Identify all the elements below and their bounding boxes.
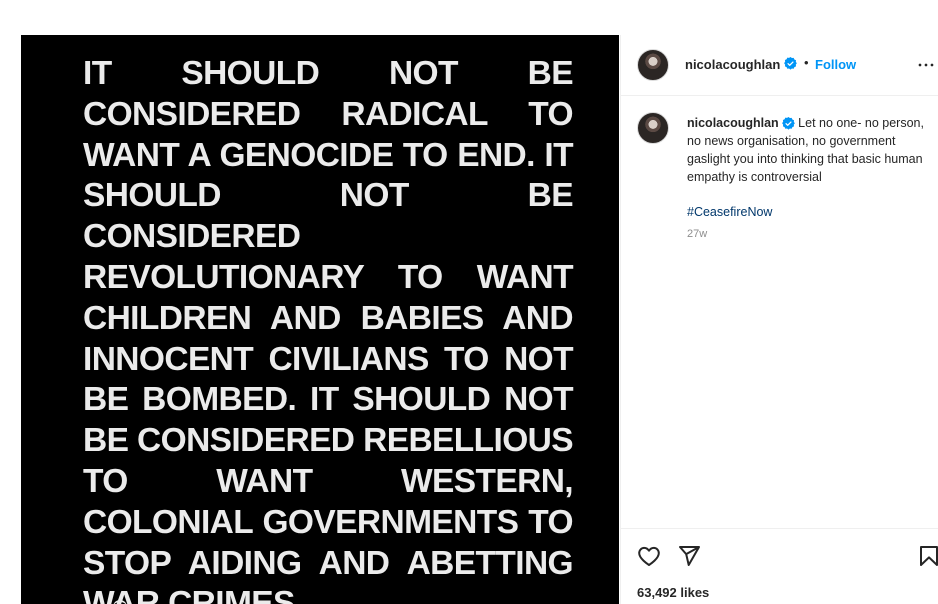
author-username[interactable]: nicolacoughlan [685, 57, 780, 72]
paper-plane-icon[interactable] [677, 544, 701, 568]
likes-count[interactable]: 63,492 likes [637, 585, 709, 600]
post-image-text: It should not be considered radical to w… [83, 55, 574, 604]
instagram-post-page: It should not be considered radical to w… [0, 0, 938, 604]
post-timestamp[interactable]: 27w [687, 225, 929, 243]
caption-author-username[interactable]: nicolacoughlan [687, 116, 779, 130]
author-avatar[interactable] [637, 49, 669, 81]
post-sidebar: nicolacoughlan • Follow nicolacoughlan L… [620, 35, 938, 604]
heart-icon[interactable] [637, 544, 661, 568]
post-caption: nicolacoughlan Let no one- no person, no… [621, 96, 938, 528]
bookmark-icon[interactable] [917, 544, 938, 568]
more-options-icon[interactable] [917, 56, 935, 74]
post-header: nicolacoughlan • Follow [621, 35, 938, 96]
post-image[interactable]: It should not be considered radical to w… [21, 35, 619, 604]
post-actions: 63,492 likes [621, 528, 938, 604]
verified-badge-icon [784, 57, 797, 70]
caption-body: nicolacoughlan Let no one- no person, no… [687, 114, 929, 243]
caption-verified-badge-icon [781, 117, 795, 130]
follow-button[interactable]: Follow [815, 57, 856, 72]
caption-author-avatar[interactable] [637, 112, 669, 144]
hashtag-link[interactable]: #CeasefireNow [687, 203, 929, 221]
header-separator: • [804, 55, 809, 70]
